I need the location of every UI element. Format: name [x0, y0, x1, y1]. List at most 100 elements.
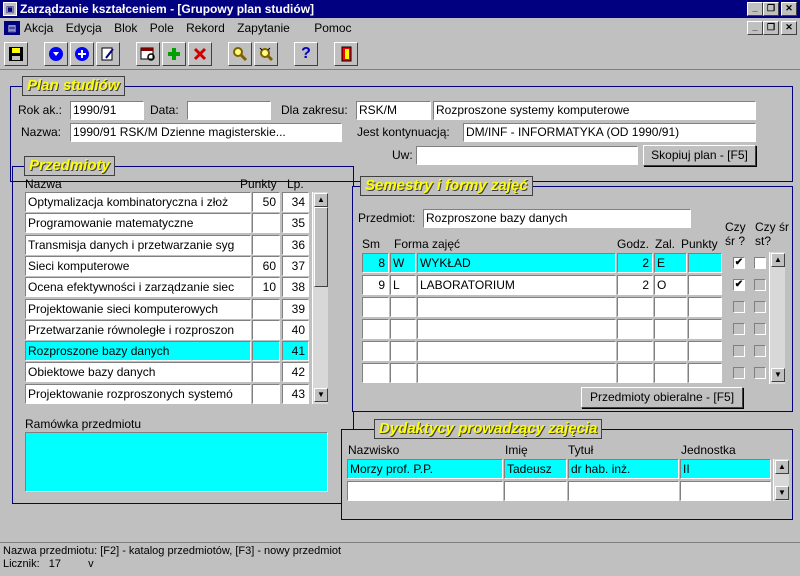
przedmiot-nazwa-cell[interactable]: Przetwarzanie równoległe i rozproszon: [25, 319, 251, 340]
przedmiot-punkty-cell[interactable]: [252, 341, 280, 362]
czy-sr-st-checkbox[interactable]: [754, 301, 766, 313]
przedmiot-nazwa-cell[interactable]: Ocena efektywności i zarządzanie siec: [25, 277, 251, 298]
nazwa-field[interactable]: 1990/91 RSK/M Dzienne magisterskie...: [70, 123, 342, 142]
przedmiot-nazwa-cell[interactable]: Projektowanie rozproszonych systemó: [25, 383, 251, 404]
przedmiot-punkty-cell[interactable]: [252, 213, 280, 234]
czy-sr-st-checkbox[interactable]: [754, 323, 766, 335]
sem-godz-cell[interactable]: 2: [617, 275, 653, 295]
dydaktyk-imie-cell[interactable]: Tadeusz: [504, 459, 567, 479]
czy-sr-st-checkbox[interactable]: [754, 345, 766, 357]
copy-plan-button[interactable]: Skopiuj plan - [F5]: [643, 145, 756, 166]
sem-godz-cell[interactable]: [617, 319, 653, 339]
close-button[interactable]: ✕: [781, 2, 797, 16]
child-restore-button[interactable]: ❐: [763, 21, 779, 35]
czy-sr-st-checkbox[interactable]: [754, 279, 766, 291]
przedmiot-punkty-cell[interactable]: [252, 234, 280, 255]
sem-forma-cell[interactable]: [417, 319, 616, 339]
przedmiot-lp-cell[interactable]: 39: [282, 298, 309, 319]
data-field[interactable]: [187, 101, 271, 120]
sem-godz-cell[interactable]: 2: [617, 253, 653, 273]
semestry-scrollbar[interactable]: ▲ ▼: [769, 252, 785, 384]
przedmiot-lp-cell[interactable]: 40: [282, 319, 309, 340]
maximize-button[interactable]: ❐: [763, 2, 779, 16]
sem-punkty-cell[interactable]: [688, 319, 722, 339]
sem-zal-cell[interactable]: [654, 319, 687, 339]
czy-sr-st-checkbox[interactable]: [754, 367, 766, 379]
sem-zal-cell[interactable]: [654, 297, 687, 317]
sem-zal-cell[interactable]: [654, 341, 687, 361]
sem-sm-cell[interactable]: [362, 319, 389, 339]
sem-sm-cell[interactable]: [362, 341, 389, 361]
scroll-down-icon[interactable]: ▼: [314, 388, 328, 402]
sem-zal-cell[interactable]: E: [654, 253, 687, 273]
czy-sr-checkbox[interactable]: ✔: [733, 279, 745, 291]
document-icon[interactable]: ▤: [4, 21, 20, 35]
sem-punkty-cell[interactable]: [688, 363, 722, 383]
przedmiot-lp-cell[interactable]: 38: [282, 277, 309, 298]
help-button[interactable]: ?: [294, 42, 318, 66]
sem-sm-cell[interactable]: 9: [362, 275, 389, 295]
sem-forma-cell[interactable]: [417, 297, 616, 317]
menu-pole[interactable]: Pole: [150, 18, 174, 38]
uw-field[interactable]: [416, 146, 638, 165]
przedmiot-punkty-cell[interactable]: [252, 383, 280, 404]
insert-record-button[interactable]: [70, 42, 94, 66]
query-button[interactable]: [136, 42, 160, 66]
dydaktyk-jednostka-cell[interactable]: [680, 481, 771, 501]
rok-field[interactable]: 1990/91: [70, 101, 144, 120]
scroll-up-icon[interactable]: ▲: [771, 253, 785, 267]
przedmiot-field[interactable]: Rozproszone bazy danych: [423, 209, 691, 228]
scroll-down-icon[interactable]: ▼: [771, 368, 785, 382]
sem-forma-cell[interactable]: LABORATORIUM: [417, 275, 616, 295]
obieralne-button[interactable]: Przedmioty obieralne - [F5]: [581, 387, 743, 408]
next-record-button[interactable]: [44, 42, 68, 66]
przedmiot-lp-cell[interactable]: 35: [282, 213, 309, 234]
dydaktyk-tytul-cell[interactable]: dr hab. inż.: [568, 459, 679, 479]
delete-button[interactable]: [188, 42, 212, 66]
sem-f-cell[interactable]: [390, 341, 416, 361]
sem-f-cell[interactable]: W: [390, 253, 416, 273]
child-close-button[interactable]: ✕: [781, 21, 797, 35]
przedmiot-lp-cell[interactable]: 42: [282, 362, 309, 383]
sem-punkty-cell[interactable]: [688, 297, 722, 317]
przedmiot-punkty-cell[interactable]: [252, 362, 280, 383]
scroll-down-icon[interactable]: ▼: [775, 486, 789, 500]
przedmiot-punkty-cell[interactable]: [252, 298, 280, 319]
exit-button[interactable]: [334, 42, 358, 66]
scroll-thumb[interactable]: [314, 207, 328, 287]
child-minimize-button[interactable]: _: [747, 21, 763, 35]
menu-akcja[interactable]: Akcja: [24, 18, 53, 38]
czy-sr-checkbox[interactable]: [733, 301, 745, 313]
przedmiot-lp-cell[interactable]: 34: [282, 192, 309, 212]
dydaktyk-tytul-cell[interactable]: [568, 481, 679, 501]
przedmiot-nazwa-cell[interactable]: Optymalizacja kombinatoryczna i złoż: [25, 192, 251, 212]
sem-sm-cell[interactable]: [362, 363, 389, 383]
save-button[interactable]: [4, 42, 28, 66]
sem-zal-cell[interactable]: [654, 363, 687, 383]
czy-sr-checkbox[interactable]: ✔: [733, 257, 745, 269]
scroll-up-icon[interactable]: ▲: [775, 460, 789, 474]
czy-sr-st-checkbox[interactable]: [754, 257, 766, 269]
sem-f-cell[interactable]: L: [390, 275, 416, 295]
przedmiot-nazwa-cell[interactable]: Rozproszone bazy danych: [25, 341, 251, 362]
sem-forma-cell[interactable]: WYKŁAD: [417, 253, 616, 273]
czy-sr-checkbox[interactable]: [733, 367, 745, 379]
add-button[interactable]: [162, 42, 186, 66]
przedmiot-punkty-cell[interactable]: 60: [252, 255, 280, 276]
app-icon[interactable]: ▣: [3, 2, 17, 16]
zakres-code-field[interactable]: RSK/M: [356, 101, 431, 120]
kontynuacja-field[interactable]: DM/INF - INFORMATYKA (OD 1990/91): [463, 123, 756, 142]
menu-zapytanie[interactable]: Zapytanie: [237, 18, 290, 38]
przedmiot-punkty-cell[interactable]: 10: [252, 277, 280, 298]
sem-f-cell[interactable]: [390, 319, 416, 339]
przedmiot-nazwa-cell[interactable]: Sieci komputerowe: [25, 255, 251, 276]
sem-godz-cell[interactable]: [617, 297, 653, 317]
przedmiot-nazwa-cell[interactable]: Transmisja danych i przetwarzanie syg: [25, 234, 251, 255]
sem-punkty-cell[interactable]: [688, 253, 722, 273]
sem-punkty-cell[interactable]: [688, 275, 722, 295]
dydaktyk-nazwisko-cell[interactable]: Morzy prof. P.P.: [347, 459, 503, 479]
przedmiot-nazwa-cell[interactable]: Projektowanie sieci komputerowych: [25, 298, 251, 319]
dydaktycy-scrollbar[interactable]: ▲ ▼: [773, 459, 789, 501]
czy-sr-checkbox[interactable]: [733, 323, 745, 335]
sem-forma-cell[interactable]: [417, 363, 616, 383]
